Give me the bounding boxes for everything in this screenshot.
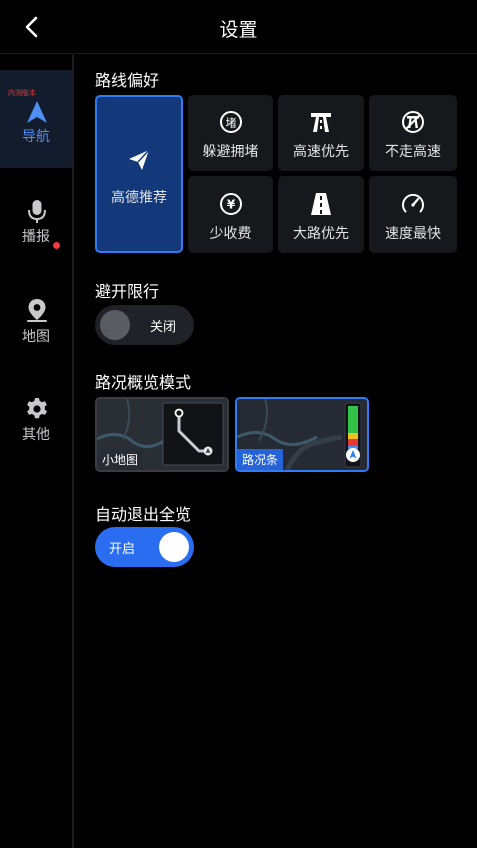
route-option-label: 大路优先: [293, 226, 349, 242]
toggle-knob: [159, 532, 189, 562]
overview-mode-traffic-bar[interactable]: 路况条: [235, 397, 369, 472]
avoid-congestion-icon: 堵: [219, 111, 242, 133]
navigation-arrow-icon: [27, 101, 47, 123]
no-highway-icon: [402, 111, 424, 133]
svg-text:¥: ¥: [226, 198, 235, 212]
route-option-label: 少收费: [209, 226, 252, 242]
avoid-restriction-title: 避开限行: [95, 282, 160, 301]
avoid-restriction-toggle[interactable]: 关闭: [95, 305, 194, 345]
beta-badge: 内测版本: [8, 89, 36, 97]
sidebar: 内测版本 导航 播报 地图 其他: [0, 55, 74, 848]
sidebar-item-broadcast[interactable]: 播报: [0, 185, 72, 283]
route-preference-title: 路线偏好: [95, 71, 160, 90]
paper-plane-icon: [129, 149, 150, 170]
route-option-less-toll[interactable]: ¥ 少收费: [188, 176, 273, 253]
speedometer-icon: [402, 193, 424, 213]
microphone-icon: [28, 200, 46, 223]
route-option-recommended[interactable]: 高德推荐: [95, 95, 183, 253]
highway-icon: [311, 113, 331, 132]
overview-mode-mini-map[interactable]: 小地图: [95, 397, 229, 472]
toggle-knob: [100, 310, 130, 340]
map-pin-icon: [27, 299, 47, 322]
route-option-avoid-congestion[interactable]: 堵 躲避拥堵: [188, 95, 273, 171]
page-title: 设置: [219, 19, 258, 41]
route-option-label: 不走高速: [385, 144, 441, 160]
sidebar-item-label: 地图: [22, 329, 50, 345]
route-option-highway-first[interactable]: 高速优先: [278, 95, 364, 171]
svg-text:堵: 堵: [225, 116, 236, 130]
overview-mode-title: 路况概览模式: [95, 373, 192, 392]
sidebar-item-map[interactable]: 地图: [0, 285, 72, 383]
mode-label: 小地图: [97, 449, 144, 470]
yuan-toll-icon: ¥: [219, 193, 242, 215]
auto-exit-overview-toggle[interactable]: 开启: [95, 527, 194, 567]
sidebar-item-navigation[interactable]: 内测版本 导航: [0, 70, 72, 168]
route-option-no-highway[interactable]: 不走高速: [369, 95, 457, 171]
route-option-main-road[interactable]: 大路优先: [278, 176, 364, 253]
toggle-state-label: 关闭: [150, 320, 177, 335]
route-option-label: 高德推荐: [111, 190, 167, 206]
route-option-label: 躲避拥堵: [202, 144, 259, 160]
notification-dot: [53, 242, 60, 249]
route-option-label: 高速优先: [293, 144, 349, 160]
gear-icon: [27, 398, 47, 419]
mode-label: 路况条: [237, 449, 284, 470]
sidebar-item-label: 播报: [22, 229, 50, 245]
route-option-fastest[interactable]: 速度最快: [369, 176, 457, 253]
header: 设置: [0, 0, 477, 54]
main-road-icon: [311, 193, 331, 215]
sidebar-item-label: 其他: [22, 427, 50, 443]
route-option-label: 速度最快: [385, 226, 441, 242]
sidebar-item-label: 导航: [22, 129, 50, 145]
auto-exit-overview-title: 自动退出全览: [95, 505, 192, 524]
toggle-state-label: 开启: [109, 542, 136, 557]
sidebar-item-other[interactable]: 其他: [0, 385, 72, 483]
